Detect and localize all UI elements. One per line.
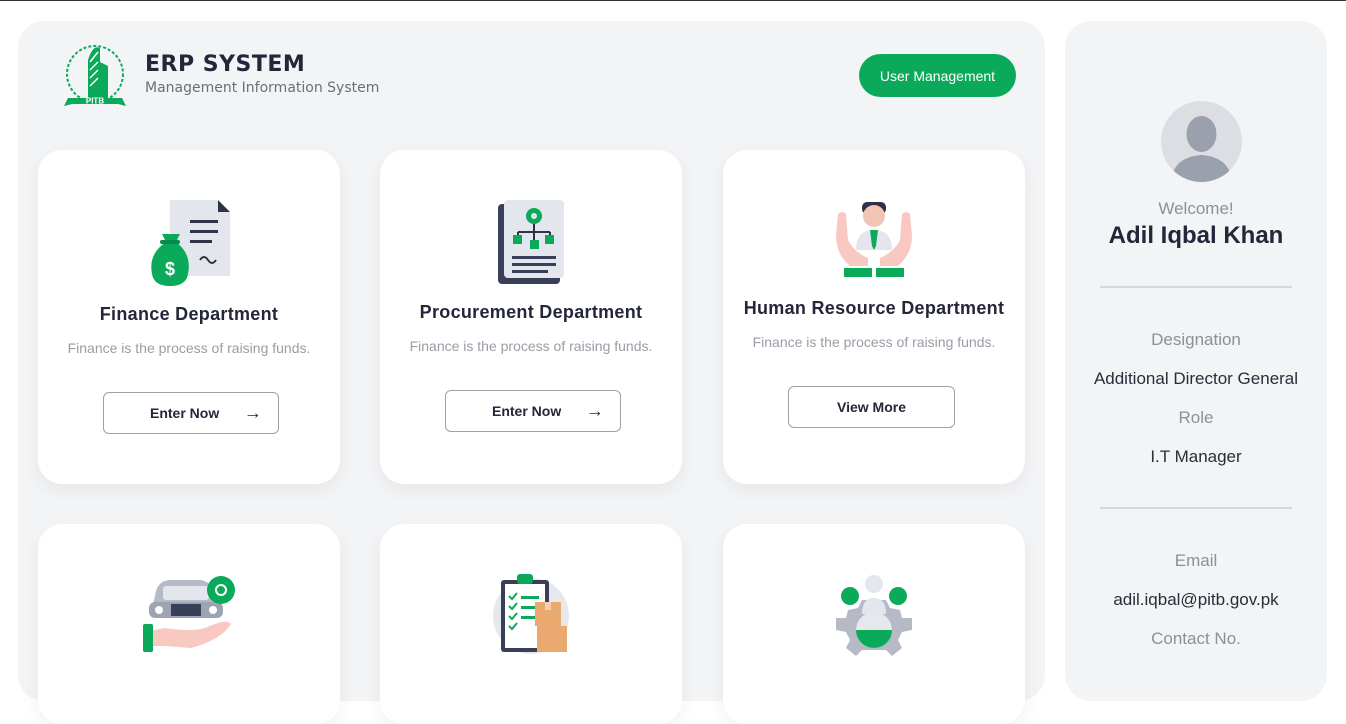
- contact-label: Contact No.: [1151, 629, 1241, 648]
- button-label: Enter Now: [150, 405, 220, 421]
- card-title: Human Resource Department: [743, 298, 1005, 318]
- svg-text:$: $: [165, 259, 175, 279]
- email-value: adil.iqbal@pitb.gov.pk: [1113, 590, 1279, 609]
- checklist-boxes-icon: [493, 574, 569, 654]
- app-title: ERP SYSTEM: [145, 52, 306, 77]
- view-more-button[interactable]: View More: [788, 386, 955, 428]
- logo-text: PITB: [86, 97, 104, 106]
- finance-department-card: $ Finance Department Finance is the proc…: [38, 150, 340, 484]
- user-silhouette-icon: [1171, 116, 1232, 182]
- inventory-department-card: [380, 524, 682, 724]
- avatar: [1161, 101, 1242, 182]
- divider: [1100, 507, 1292, 509]
- car-service-icon: [143, 576, 235, 652]
- role-label: Role: [1178, 408, 1214, 427]
- team-gear-icon: [836, 575, 912, 656]
- email-label: Email: [1174, 551, 1218, 570]
- hr-hands-person-icon: [836, 202, 912, 277]
- top-border: [0, 0, 1346, 1]
- user-name: Adil Iqbal Khan: [1108, 222, 1284, 249]
- card-title: Procurement Department: [419, 302, 643, 322]
- money-document-icon: $: [151, 200, 230, 286]
- procurement-department-card: Procurement Department Finance is the pr…: [380, 150, 682, 484]
- arrow-right-icon: →: [586, 400, 604, 421]
- welcome-text: Welcome!: [1158, 199, 1234, 218]
- vehicle-department-card: [38, 524, 340, 724]
- designation-value: Additional Director General: [1093, 369, 1299, 388]
- user-management-button[interactable]: User Management: [859, 54, 1016, 97]
- card-description: Finance is the process of raising funds.: [409, 338, 653, 354]
- procurement-flow-icon: [498, 200, 564, 284]
- card-title: Finance Department: [99, 304, 279, 324]
- team-department-card: [723, 524, 1025, 724]
- enter-now-button[interactable]: Enter Now →: [103, 392, 279, 434]
- designation-label: Designation: [1151, 330, 1241, 349]
- button-label: Enter Now: [492, 403, 562, 419]
- divider: [1100, 286, 1292, 288]
- button-label: View More: [837, 399, 906, 415]
- role-value: I.T Manager: [1150, 447, 1242, 466]
- app-subtitle: Management Information System: [145, 80, 380, 96]
- card-description: Finance is the process of raising funds.: [67, 340, 311, 356]
- pitb-logo: PITB: [64, 45, 126, 106]
- arrow-right-icon: →: [244, 402, 262, 423]
- human-resource-department-card: Human Resource Department Finance is the…: [723, 150, 1025, 484]
- enter-now-button[interactable]: Enter Now →: [445, 390, 621, 432]
- card-description: Finance is the process of raising funds.: [752, 334, 996, 350]
